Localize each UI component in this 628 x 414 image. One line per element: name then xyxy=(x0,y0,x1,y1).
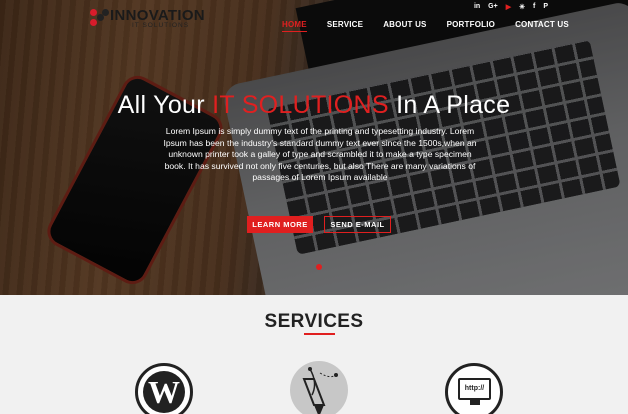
nav-item-about[interactable]: ABOUT US xyxy=(383,20,426,32)
pen-tool-icon[interactable] xyxy=(290,361,348,414)
hero-blurb: Lorem Ipsum is simply dummy text of the … xyxy=(163,126,477,182)
twitter-icon[interactable]: ✳ xyxy=(519,3,525,11)
linkedin-icon[interactable]: in xyxy=(474,3,480,11)
pinterest-icon[interactable]: P xyxy=(543,3,548,11)
services-title: SERVICES xyxy=(264,311,364,332)
learn-more-button[interactable]: LEARN MORE xyxy=(247,216,313,233)
slider-dot[interactable] xyxy=(316,264,322,270)
brand-logo[interactable]: INNOVATION IT SOLUTIONS xyxy=(90,8,205,29)
nav-item-service[interactable]: SERVICE xyxy=(327,20,363,32)
hero-banner: INNOVATION IT SOLUTIONS in G+ ▶ ✳ f P HO… xyxy=(0,0,628,295)
hero-headline: All Your IT SOLUTIONS In A Place xyxy=(0,91,628,120)
logo-mark-icon xyxy=(90,9,110,27)
monitor-icon: http:// xyxy=(458,378,491,400)
monitor-stand xyxy=(470,400,480,405)
facebook-icon[interactable]: f xyxy=(533,3,535,11)
wordpress-logo: W xyxy=(143,371,185,413)
youtube-icon[interactable]: ▶ xyxy=(506,3,511,11)
nav-item-contact[interactable]: CONTACT US xyxy=(515,20,569,32)
google-plus-icon[interactable]: G+ xyxy=(488,3,498,11)
social-links: in G+ ▶ ✳ f P xyxy=(474,3,548,11)
headline-highlight: IT SOLUTIONS xyxy=(212,91,389,119)
headline-pre: All Your xyxy=(117,91,213,119)
services-underline xyxy=(304,333,335,335)
services-section: SERVICES W http:// xyxy=(0,295,628,414)
nav-item-home[interactable]: HOME xyxy=(282,20,307,32)
main-nav: HOME SERVICE ABOUT US PORTFOLIO CONTACT … xyxy=(282,20,589,32)
headline-post: In A Place xyxy=(388,91,511,119)
wordpress-icon[interactable]: W xyxy=(135,363,193,414)
web-http-icon[interactable]: http:// xyxy=(445,363,503,414)
send-email-button[interactable]: SEND E-MAIL xyxy=(324,216,391,233)
nav-item-portfolio[interactable]: PORTFOLIO xyxy=(447,20,495,32)
pen-tool-graphic xyxy=(302,367,338,414)
